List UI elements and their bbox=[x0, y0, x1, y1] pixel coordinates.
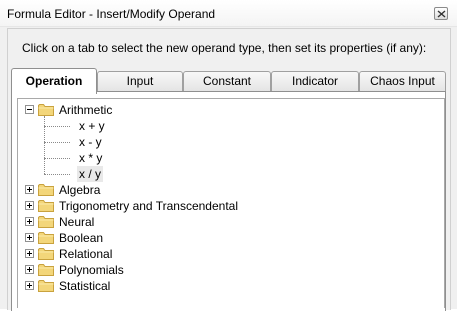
tree-connector bbox=[44, 116, 45, 174]
tree-category-label[interactable]: Trigonometry and Transcendental bbox=[59, 198, 238, 214]
tree-category-label[interactable]: Neural bbox=[59, 214, 94, 230]
tab-constant[interactable]: Constant bbox=[183, 71, 271, 92]
tab-label: Chaos Input bbox=[370, 74, 435, 88]
tab-label: Input bbox=[126, 74, 154, 88]
instruction-text: Click on a tab to select the new operand… bbox=[22, 41, 427, 55]
tree-item-operation[interactable]: x - y bbox=[77, 134, 104, 150]
folder-icon bbox=[38, 279, 54, 295]
expand-icon[interactable] bbox=[25, 233, 34, 242]
folder-icon bbox=[38, 247, 54, 263]
folder-icon bbox=[38, 231, 54, 247]
formula-editor-window: Formula Editor - Insert/Modify Operand C… bbox=[0, 0, 457, 311]
folder-icon bbox=[38, 199, 54, 215]
window-title: Formula Editor - Insert/Modify Operand bbox=[7, 7, 216, 21]
tree-category-label[interactable]: Statistical bbox=[59, 278, 110, 294]
tree-connector bbox=[44, 142, 70, 143]
expand-icon[interactable] bbox=[25, 249, 34, 258]
tree-category-label[interactable]: Polynomials bbox=[59, 262, 124, 278]
folder-icon bbox=[38, 103, 54, 119]
tree-item-operation[interactable]: x * y bbox=[77, 150, 104, 166]
expand-icon[interactable] bbox=[25, 185, 34, 194]
expand-icon[interactable] bbox=[25, 201, 34, 210]
tree-category-label[interactable]: Relational bbox=[59, 246, 112, 262]
folder-icon bbox=[38, 183, 54, 199]
folder-icon bbox=[38, 263, 54, 279]
close-icon bbox=[437, 10, 446, 18]
tree-item-operation[interactable]: x / y bbox=[77, 166, 104, 182]
folder-icon bbox=[38, 215, 54, 231]
tree-category-label[interactable]: Boolean bbox=[59, 230, 103, 246]
tab-label: Operation bbox=[25, 74, 83, 88]
tab-indicator[interactable]: Indicator bbox=[271, 71, 359, 92]
tree-item-operation[interactable]: x + y bbox=[77, 118, 107, 134]
tree-category-label[interactable]: Arithmetic bbox=[59, 102, 112, 118]
title-bar: Formula Editor - Insert/Modify Operand bbox=[0, 0, 457, 27]
expand-icon[interactable] bbox=[25, 217, 34, 226]
tab-operation[interactable]: Operation bbox=[11, 68, 97, 94]
tab-label: Indicator bbox=[291, 74, 339, 88]
tab-input[interactable]: Input bbox=[97, 71, 183, 92]
tree-connector bbox=[44, 158, 70, 159]
expand-icon[interactable] bbox=[25, 265, 34, 274]
tree-connector bbox=[44, 126, 70, 127]
close-button[interactable] bbox=[434, 7, 448, 20]
collapse-icon[interactable] bbox=[25, 105, 34, 114]
operation-tree[interactable]: Arithmetic x + yx - yx * yx / y Algebra Tri… bbox=[17, 98, 445, 308]
tree-category-label[interactable]: Algebra bbox=[59, 182, 100, 198]
tree-connector bbox=[44, 174, 70, 175]
tab-chaos-input[interactable]: Chaos Input bbox=[359, 71, 446, 92]
tab-label: Constant bbox=[202, 74, 252, 88]
expand-icon[interactable] bbox=[25, 281, 34, 290]
